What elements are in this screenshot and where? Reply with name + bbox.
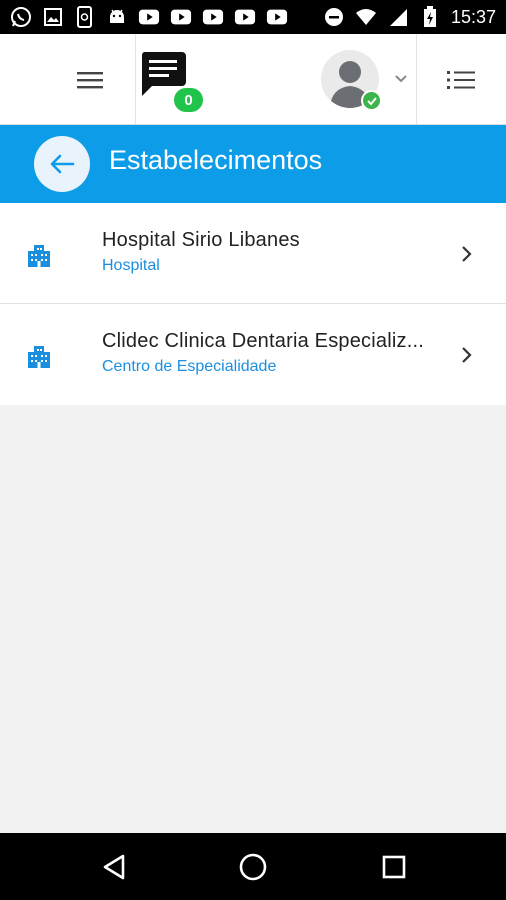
back-button[interactable] xyxy=(34,136,90,192)
triangle-back-icon xyxy=(103,854,125,880)
list-item-establishment[interactable]: Hospital Sirio Libanes Hospital xyxy=(0,203,506,304)
clock: 15:37 xyxy=(450,6,496,27)
header-divider xyxy=(135,34,136,125)
square-recents-icon xyxy=(382,855,406,879)
android-icon xyxy=(106,6,128,28)
notification-icons xyxy=(10,6,288,28)
app-header: 0 xyxy=(0,34,506,125)
establishment-name: Hospital Sirio Libanes xyxy=(102,229,300,251)
chevron-right-icon xyxy=(462,246,472,262)
youtube-icon xyxy=(170,6,192,28)
whatsapp-icon xyxy=(10,6,32,28)
building-icon xyxy=(28,245,50,267)
chevron-down-icon xyxy=(395,75,407,83)
nav-back-button[interactable] xyxy=(94,847,134,887)
establishment-list: Hospital Sirio Libanes Hospital Clidec C… xyxy=(0,203,506,405)
hamburger-menu-button[interactable] xyxy=(64,58,116,102)
user-avatar-button[interactable] xyxy=(321,50,382,111)
status-bar: 15:37 xyxy=(0,0,506,34)
circle-home-icon xyxy=(239,853,267,881)
header-divider xyxy=(416,34,417,125)
building-icon xyxy=(28,346,50,368)
list-icon xyxy=(447,71,475,89)
arrow-left-icon xyxy=(50,154,75,174)
youtube-icon xyxy=(202,6,224,28)
establishment-type: Centro de Especialidade xyxy=(102,358,277,375)
list-item-establishment[interactable]: Clidec Clinica Dentaria Especializ... Ce… xyxy=(0,304,506,405)
chevron-right-icon xyxy=(462,347,472,363)
hamburger-icon xyxy=(77,72,103,89)
youtube-icon xyxy=(266,6,288,28)
system-icons: 15:37 xyxy=(323,6,496,28)
signal-icon xyxy=(387,6,409,28)
unread-count-badge: 0 xyxy=(174,88,203,112)
battery-charging-icon xyxy=(419,6,441,28)
image-icon xyxy=(42,6,64,28)
establishment-name: Clidec Clinica Dentaria Especializ... xyxy=(102,330,424,352)
nav-recents-button[interactable] xyxy=(374,847,414,887)
wifi-icon xyxy=(355,6,377,28)
account-dropdown-button[interactable] xyxy=(392,70,410,88)
system-navigation-bar xyxy=(0,833,506,900)
phone-sync-icon xyxy=(74,6,96,28)
messages-button[interactable]: 0 xyxy=(138,48,208,118)
establishment-type: Hospital xyxy=(102,257,160,274)
youtube-icon xyxy=(234,6,256,28)
do-not-disturb-icon xyxy=(323,6,345,28)
page-title-bar: Estabelecimentos xyxy=(0,125,506,203)
page-title: Estabelecimentos xyxy=(109,145,323,175)
online-check-icon xyxy=(361,90,382,111)
list-menu-button[interactable] xyxy=(438,58,484,102)
nav-home-button[interactable] xyxy=(233,847,273,887)
youtube-icon xyxy=(138,6,160,28)
